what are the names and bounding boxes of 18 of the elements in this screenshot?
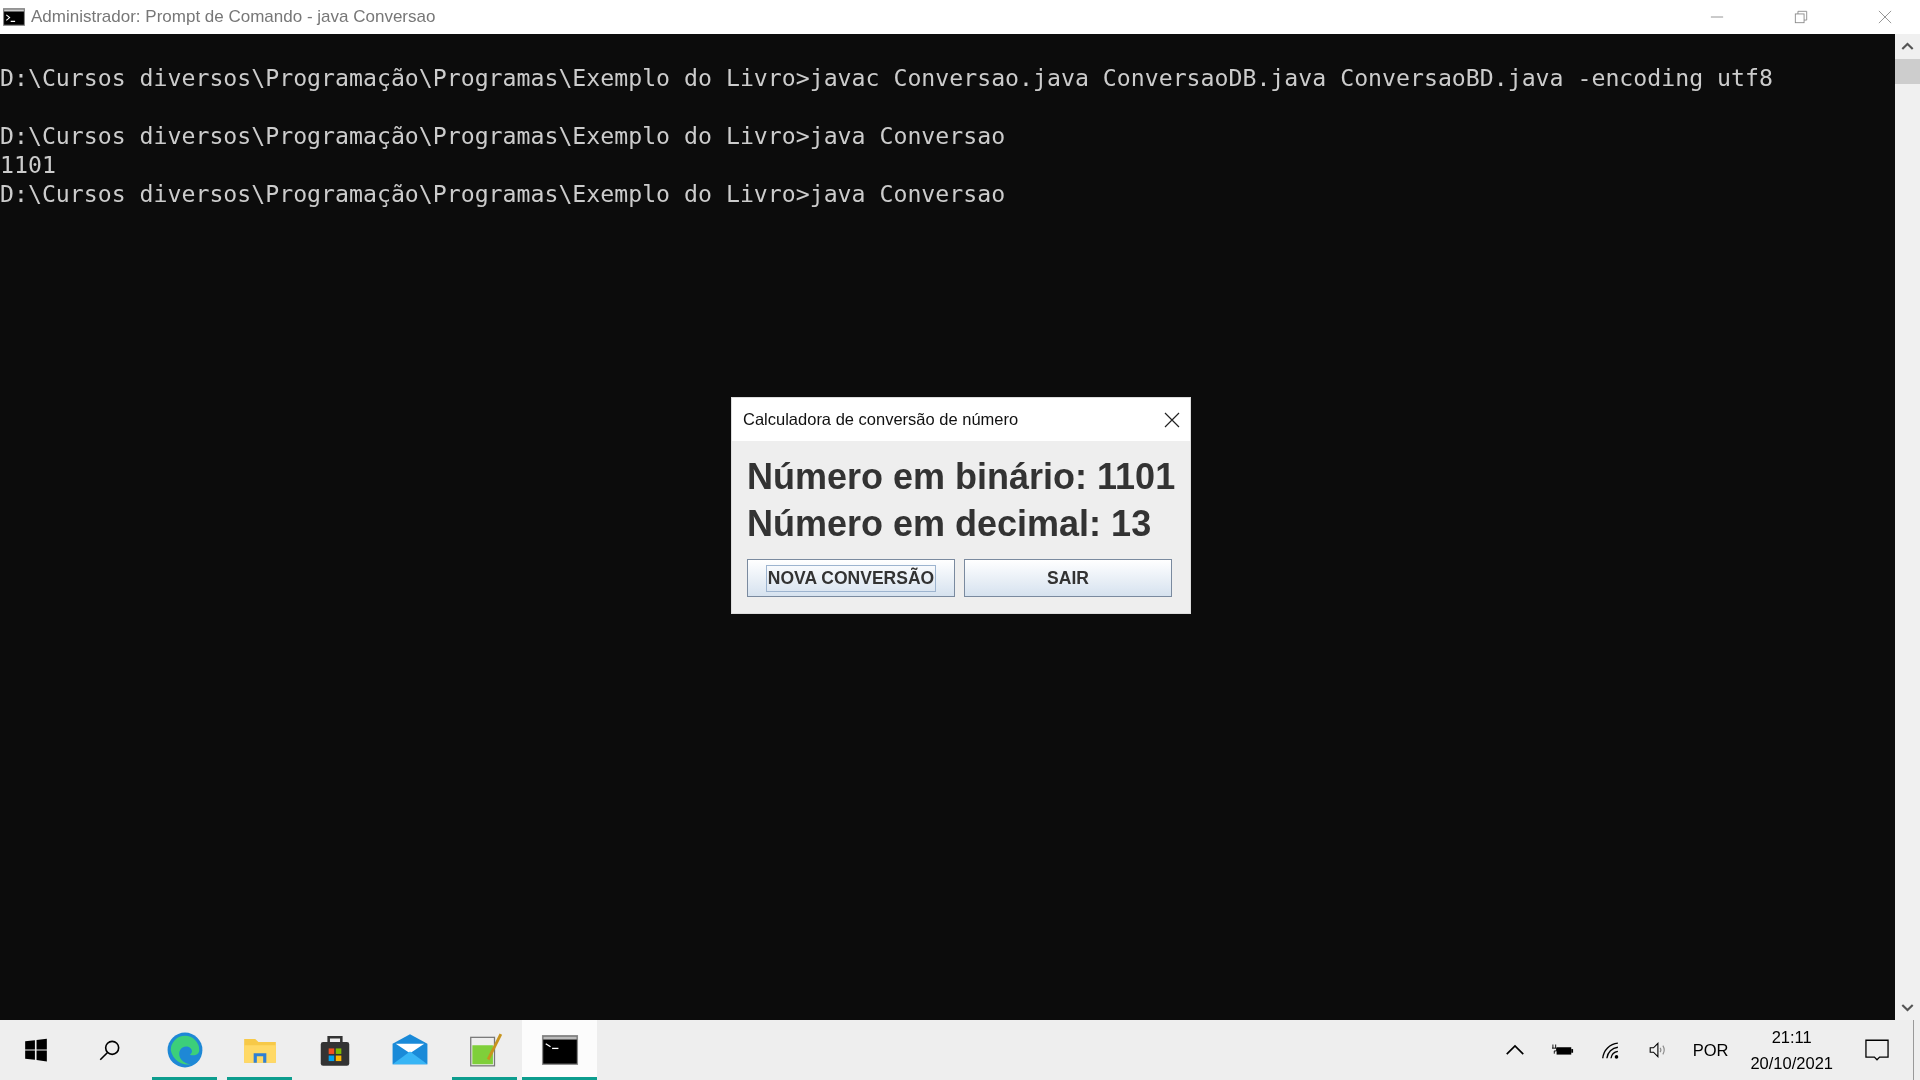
clock[interactable]: 21:11 20/10/2021	[1750, 1020, 1833, 1080]
close-icon[interactable]	[1164, 411, 1180, 428]
window-title: Administrador: Prompt de Comando - java Conversao	[31, 7, 436, 27]
taskbar-button[interactable]	[522, 1020, 597, 1080]
console-output: D:\Cursos diversos\Programação\Programas\Exemplo do Livro>javac Conversao.java ConversaoDB.java ConversaoBD.java -encoding utf8 D:\Cursos diversos\Programação\Programas\Exemplo do Livro>java Conversao 1101 D:\Cursos diversos\Programação\Programas\Exemplo do Livro>java Conversao	[0, 63, 1773, 208]
result-label: Número em decimal: 13	[747, 502, 1153, 546]
dialog-button[interactable]: NOVA CONVERSÃO	[747, 559, 955, 597]
dialog-button[interactable]: SAIR	[964, 559, 1172, 597]
language-indicator[interactable]: POR	[1692, 1040, 1729, 1060]
windows-logo-icon	[23, 1037, 49, 1063]
result-label: Número em binário: 1101	[747, 455, 1176, 499]
browser-icon	[165, 1031, 204, 1069]
restore-icon[interactable]	[1794, 10, 1808, 24]
dialog-title: Calculadora de conversão de número	[743, 410, 1019, 429]
scrollbar[interactable]	[1895, 34, 1920, 1020]
scroll-thumb[interactable]	[1895, 59, 1920, 84]
notification-icon[interactable]	[1864, 1037, 1890, 1063]
terminal-icon	[3, 8, 25, 26]
